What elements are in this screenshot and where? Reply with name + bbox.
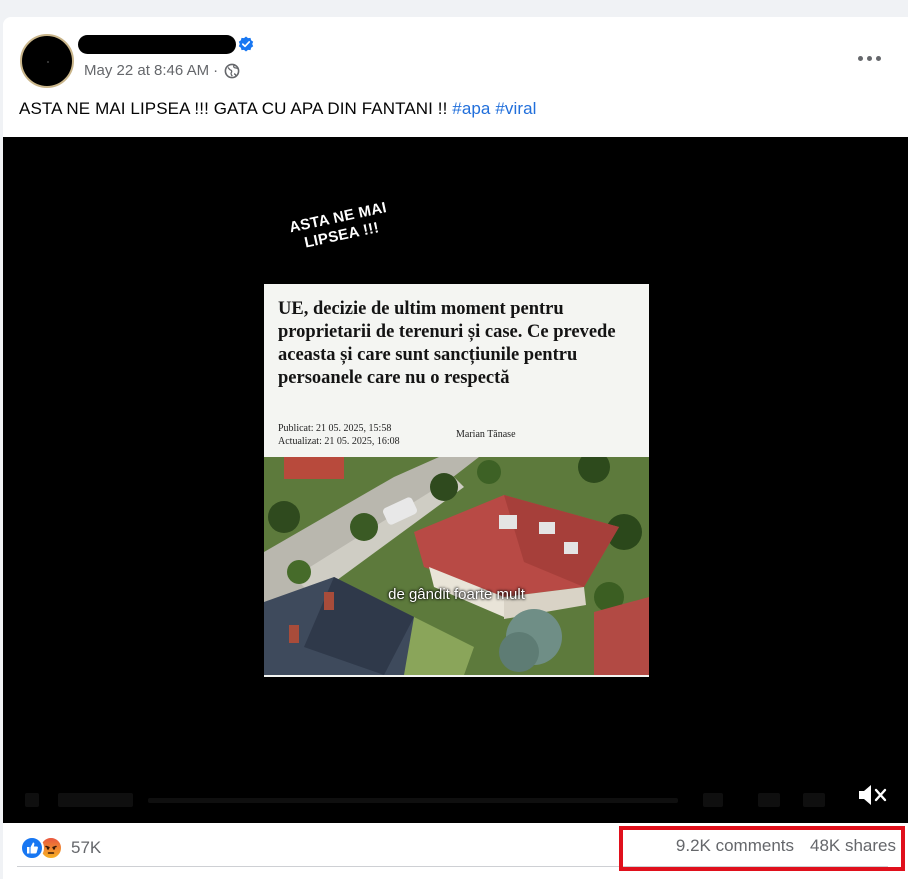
reaction-count: 57K (71, 838, 102, 857)
post-meta: May 22 at 8:46 AM · (84, 62, 240, 79)
play-pause-button[interactable] (25, 793, 39, 807)
article-headline: UE, decizie de ultim moment pentru propr… (278, 299, 616, 388)
author-name-redacted[interactable] (78, 35, 236, 54)
aerial-houses-image (264, 457, 649, 675)
meta-separator: · (213, 62, 219, 79)
caption-text: ASTA NE MAI LIPSEA !!! GATA CU APA DIN F… (19, 99, 453, 118)
reactions-summary[interactable]: 57K (20, 836, 101, 860)
video-player[interactable]: ASTA NE MAI LIPSEA !!! UE, decizie de ul… (3, 137, 908, 823)
hashtag-viral[interactable]: #viral (495, 99, 536, 118)
volume-muted-icon[interactable] (856, 781, 888, 809)
video-overlay-text: ASTA NE MAI LIPSEA !!! (282, 198, 397, 256)
settings-button[interactable] (703, 793, 723, 807)
post-card: May 22 at 8:46 AM · ASTA NE MAI LIPSEA !… (3, 17, 908, 879)
avatar[interactable] (20, 34, 74, 88)
video-subtitle: de gândit foarte mult (388, 586, 525, 603)
post-caption: ASTA NE MAI LIPSEA !!! GATA CU APA DIN F… (19, 99, 537, 119)
time-display (58, 793, 133, 807)
post-timestamp[interactable]: May 22 at 8:46 AM (84, 62, 209, 79)
video-frame-article: UE, decizie de ultim moment pentru propr… (264, 284, 649, 677)
verified-badge-icon (238, 36, 254, 52)
video-controls (3, 763, 908, 823)
article-published: Publicat: 21 05. 2025, 15:58 (278, 423, 392, 434)
fullscreen-button[interactable] (803, 793, 825, 807)
like-icon (20, 836, 44, 860)
article-dates: Publicat: 21 05. 2025, 15:58 Actualizat:… (278, 422, 400, 448)
article-author: Marian Tănase (456, 429, 516, 440)
progress-bar[interactable] (148, 798, 678, 803)
more-options-icon[interactable] (858, 53, 886, 63)
pip-button[interactable] (758, 793, 780, 807)
hashtag-apa[interactable]: #apa (452, 99, 490, 118)
article-updated: Actualizat: 21 05. 2025, 16:08 (278, 436, 400, 447)
highlight-box-annotation (619, 826, 905, 871)
globe-icon[interactable] (224, 63, 240, 79)
